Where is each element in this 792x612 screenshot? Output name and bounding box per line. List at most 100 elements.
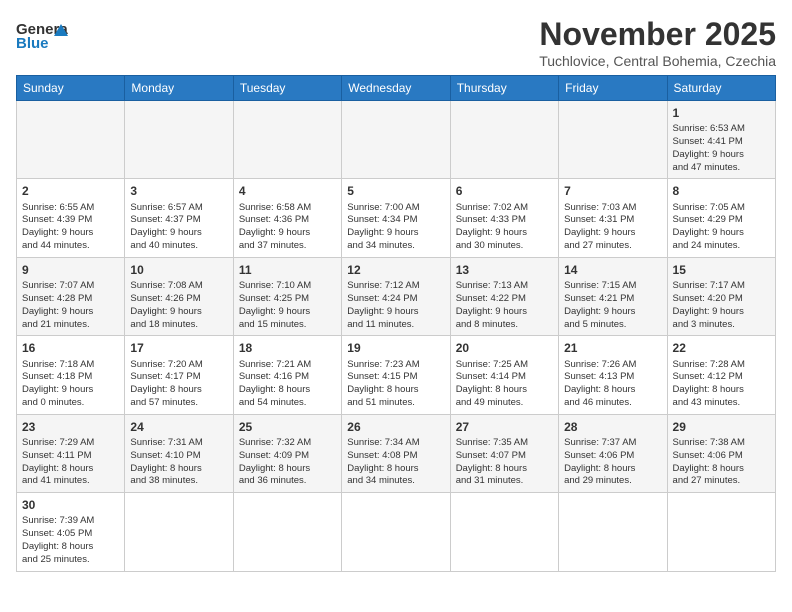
calendar-cell: 24Sunrise: 7:31 AM Sunset: 4:10 PM Dayli… <box>125 414 233 492</box>
calendar-cell <box>233 101 341 179</box>
day-info: Sunrise: 7:23 AM Sunset: 4:15 PM Dayligh… <box>347 359 444 410</box>
calendar-cell: 5 Sunrise: 7:00 AM Sunset: 4:34 PM Daylig… <box>342 179 450 257</box>
day-number: 21 <box>564 340 661 356</box>
calendar-cell: 2 Sunrise: 6:55 AM Sunset: 4:39 PM Daylig… <box>17 179 125 257</box>
day-info: Sunrise: 6:57 AM Sunset: 4:37 PM Dayligh… <box>130 202 227 253</box>
day-number: 28 <box>564 419 661 435</box>
calendar-cell: 6Sunrise: 7:02 AM Sunset: 4:33 PM Daylig… <box>450 179 558 257</box>
day-info: Sunrise: 7:00 AM Sunset: 4:34 PM Dayligh… <box>347 202 444 253</box>
svg-text:Blue: Blue <box>16 35 49 52</box>
day-number: 17 <box>130 340 227 356</box>
day-info: Sunrise: 7:15 AM Sunset: 4:21 PM Dayligh… <box>564 280 661 331</box>
day-info: Sunrise: 7:03 AM Sunset: 4:31 PM Dayligh… <box>564 202 661 253</box>
logo: General Blue <box>16 16 68 60</box>
day-number: 13 <box>456 262 553 278</box>
calendar-cell <box>125 101 233 179</box>
calendar-cell: 26 Sunrise: 7:34 AM Sunset: 4:08 PM Dayli… <box>342 414 450 492</box>
weekday-monday: Monday <box>125 76 233 101</box>
day-info: Sunrise: 6:58 AM Sunset: 4:36 PM Dayligh… <box>239 202 336 253</box>
day-number: 8 <box>673 183 770 199</box>
calendar-cell: 17 Sunrise: 7:20 AM Sunset: 4:17 PM Dayli… <box>125 336 233 414</box>
calendar-cell: 9Sunrise: 7:07 AM Sunset: 4:28 PM Daylig… <box>17 257 125 335</box>
calendar-week-2: 9Sunrise: 7:07 AM Sunset: 4:28 PM Daylig… <box>17 257 776 335</box>
day-number: 12 <box>347 262 444 278</box>
day-number: 5 <box>347 183 444 199</box>
calendar-cell: 18Sunrise: 7:21 AM Sunset: 4:16 PM Dayli… <box>233 336 341 414</box>
day-info: Sunrise: 7:05 AM Sunset: 4:29 PM Dayligh… <box>673 202 770 253</box>
calendar-cell: 19Sunrise: 7:23 AM Sunset: 4:15 PM Dayli… <box>342 336 450 414</box>
page-header: General Blue November 2025 Tuchlovice, C… <box>16 16 776 69</box>
calendar-cell: 23 Sunrise: 7:29 AM Sunset: 4:11 PM Dayli… <box>17 414 125 492</box>
calendar-cell <box>342 493 450 571</box>
calendar-cell <box>125 493 233 571</box>
day-number: 18 <box>239 340 336 356</box>
calendar-cell: 8 Sunrise: 7:05 AM Sunset: 4:29 PM Daylig… <box>667 179 775 257</box>
day-number: 11 <box>239 262 336 278</box>
calendar-cell: 11 Sunrise: 7:10 AM Sunset: 4:25 PM Dayli… <box>233 257 341 335</box>
day-number: 25 <box>239 419 336 435</box>
day-info: Sunrise: 7:20 AM Sunset: 4:17 PM Dayligh… <box>130 359 227 410</box>
day-number: 27 <box>456 419 553 435</box>
day-number: 29 <box>673 419 770 435</box>
weekday-saturday: Saturday <box>667 76 775 101</box>
day-info: Sunrise: 7:18 AM Sunset: 4:18 PM Dayligh… <box>22 359 119 410</box>
day-number: 22 <box>673 340 770 356</box>
calendar-cell <box>450 493 558 571</box>
weekday-sunday: Sunday <box>17 76 125 101</box>
weekday-friday: Friday <box>559 76 667 101</box>
day-number: 1 <box>673 105 770 121</box>
day-number: 14 <box>564 262 661 278</box>
calendar-week-5: 30 Sunrise: 7:39 AM Sunset: 4:05 PM Dayli… <box>17 493 776 571</box>
calendar-week-3: 16 Sunrise: 7:18 AM Sunset: 4:18 PM Dayli… <box>17 336 776 414</box>
title-area: November 2025 Tuchlovice, Central Bohemi… <box>539 16 776 69</box>
day-info: Sunrise: 7:13 AM Sunset: 4:22 PM Dayligh… <box>456 280 553 331</box>
day-number: 4 <box>239 183 336 199</box>
logo-icon: General Blue <box>16 16 68 60</box>
day-info: Sunrise: 7:10 AM Sunset: 4:25 PM Dayligh… <box>239 280 336 331</box>
weekday-tuesday: Tuesday <box>233 76 341 101</box>
day-info: Sunrise: 6:55 AM Sunset: 4:39 PM Dayligh… <box>22 202 119 253</box>
weekday-header-row: SundayMondayTuesdayWednesdayThursdayFrid… <box>17 76 776 101</box>
calendar-week-4: 23 Sunrise: 7:29 AM Sunset: 4:11 PM Dayli… <box>17 414 776 492</box>
location: Tuchlovice, Central Bohemia, Czechia <box>539 53 776 69</box>
day-info: Sunrise: 7:25 AM Sunset: 4:14 PM Dayligh… <box>456 359 553 410</box>
calendar-cell: 1 Sunrise: 6:53 AM Sunset: 4:41 PM Daylig… <box>667 101 775 179</box>
calendar-cell: 28 Sunrise: 7:37 AM Sunset: 4:06 PM Dayli… <box>559 414 667 492</box>
day-info: Sunrise: 7:29 AM Sunset: 4:11 PM Dayligh… <box>22 437 119 488</box>
day-info: Sunrise: 7:39 AM Sunset: 4:05 PM Dayligh… <box>22 515 119 566</box>
calendar-cell <box>450 101 558 179</box>
day-number: 2 <box>22 183 119 199</box>
calendar-cell <box>559 101 667 179</box>
day-number: 26 <box>347 419 444 435</box>
calendar-cell: 4 Sunrise: 6:58 AM Sunset: 4:36 PM Daylig… <box>233 179 341 257</box>
day-info: Sunrise: 7:08 AM Sunset: 4:26 PM Dayligh… <box>130 280 227 331</box>
calendar-cell <box>233 493 341 571</box>
day-number: 3 <box>130 183 227 199</box>
day-info: Sunrise: 7:26 AM Sunset: 4:13 PM Dayligh… <box>564 359 661 410</box>
day-number: 30 <box>22 497 119 513</box>
day-info: Sunrise: 7:37 AM Sunset: 4:06 PM Dayligh… <box>564 437 661 488</box>
day-number: 23 <box>22 419 119 435</box>
day-number: 16 <box>22 340 119 356</box>
day-number: 6 <box>456 183 553 199</box>
calendar-cell <box>17 101 125 179</box>
day-info: Sunrise: 7:12 AM Sunset: 4:24 PM Dayligh… <box>347 280 444 331</box>
weekday-thursday: Thursday <box>450 76 558 101</box>
calendar-cell: 20Sunrise: 7:25 AM Sunset: 4:14 PM Dayli… <box>450 336 558 414</box>
day-number: 7 <box>564 183 661 199</box>
calendar-cell: 15Sunrise: 7:17 AM Sunset: 4:20 PM Dayli… <box>667 257 775 335</box>
day-info: Sunrise: 7:28 AM Sunset: 4:12 PM Dayligh… <box>673 359 770 410</box>
calendar-cell: 3 Sunrise: 6:57 AM Sunset: 4:37 PM Daylig… <box>125 179 233 257</box>
day-number: 15 <box>673 262 770 278</box>
day-info: Sunrise: 6:53 AM Sunset: 4:41 PM Dayligh… <box>673 123 770 174</box>
day-info: Sunrise: 7:35 AM Sunset: 4:07 PM Dayligh… <box>456 437 553 488</box>
calendar-week-1: 2 Sunrise: 6:55 AM Sunset: 4:39 PM Daylig… <box>17 179 776 257</box>
day-info: Sunrise: 7:34 AM Sunset: 4:08 PM Dayligh… <box>347 437 444 488</box>
calendar-cell: 29Sunrise: 7:38 AM Sunset: 4:06 PM Dayli… <box>667 414 775 492</box>
calendar-week-0: 1 Sunrise: 6:53 AM Sunset: 4:41 PM Daylig… <box>17 101 776 179</box>
calendar-cell <box>667 493 775 571</box>
calendar-cell: 14 Sunrise: 7:15 AM Sunset: 4:21 PM Dayli… <box>559 257 667 335</box>
month-title: November 2025 <box>539 16 776 53</box>
calendar-cell: 12 Sunrise: 7:12 AM Sunset: 4:24 PM Dayli… <box>342 257 450 335</box>
day-number: 10 <box>130 262 227 278</box>
